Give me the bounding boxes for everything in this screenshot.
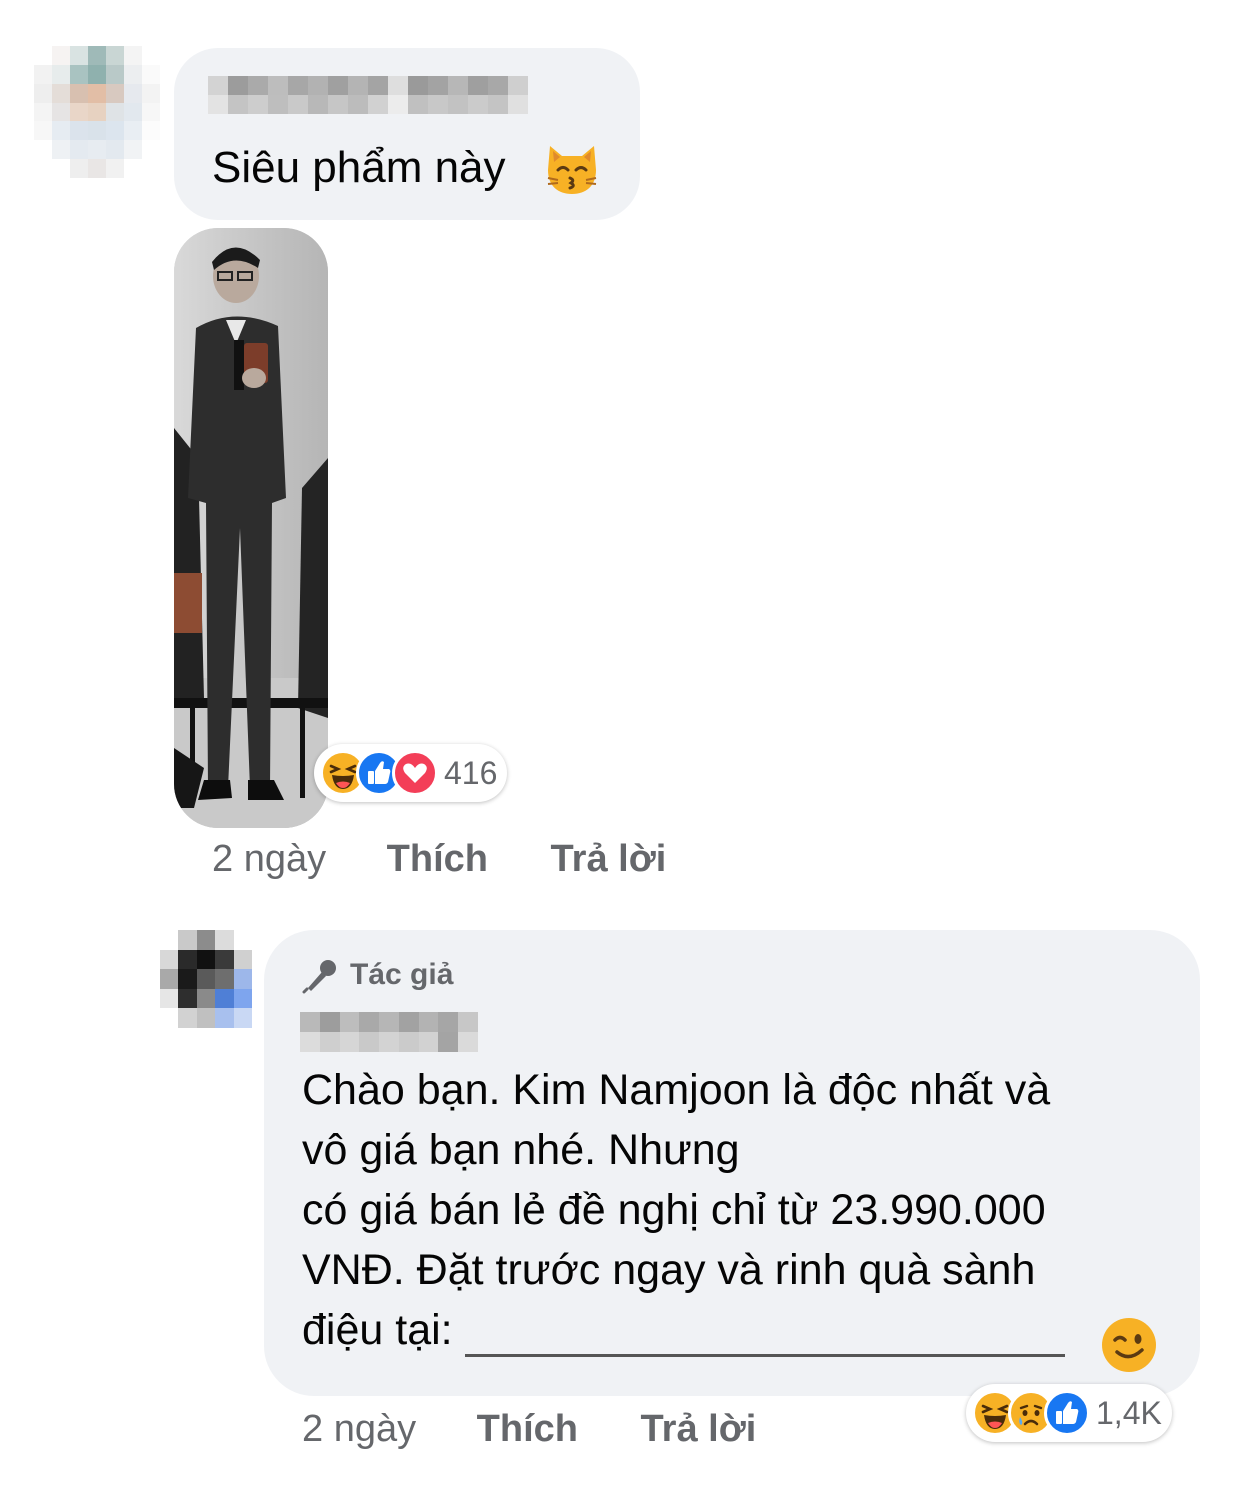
reaction-count: 416 <box>444 754 498 791</box>
reply-button[interactable]: Trả lời <box>641 1408 757 1450</box>
comment-text: Siêu phẩm này <box>212 143 506 192</box>
author-name[interactable] <box>208 76 528 114</box>
comment-time[interactable]: 2 ngày <box>212 838 326 880</box>
comment-time[interactable]: 2 ngày <box>302 1408 416 1450</box>
love-reaction-icon <box>392 750 438 796</box>
comment-actions: 2 ngày Thích Trả lời <box>302 1408 756 1451</box>
photo-image <box>174 228 328 828</box>
reaction-summary[interactable]: 416 <box>314 744 508 802</box>
comment-line-text: điệu tại: <box>302 1306 453 1354</box>
redacted-link[interactable] <box>464 1308 1065 1358</box>
comment-actions: 2 ngày Thích Trả lời <box>212 838 666 881</box>
author-badge-label: Tác giả <box>350 958 454 991</box>
comment-line: vô giá bạn nhé. Nhưng <box>302 1120 1162 1180</box>
comment-line: điệu tại: <box>302 1300 1162 1360</box>
comment-line: VNĐ. Đặt trước ngay và rinh quà sành <box>302 1246 1036 1294</box>
kissing-cat-face-icon <box>547 146 597 194</box>
like-button[interactable]: Thích <box>387 838 488 880</box>
author-badge: Tác giả <box>302 956 453 994</box>
reaction-summary[interactable]: 1,4K <box>966 1384 1172 1442</box>
winking-face-icon <box>1102 1318 1156 1372</box>
like-button[interactable]: Thích <box>477 1408 578 1450</box>
comment-line-text: vô giá bạn nhé. Nhưng <box>302 1126 740 1174</box>
comment-text: Chào bạn. Kim Namjoon là độc nhất và vô … <box>302 1060 1162 1360</box>
reply-button[interactable]: Trả lời <box>551 838 667 880</box>
avatar[interactable] <box>34 46 160 178</box>
comment-photo[interactable] <box>174 228 328 828</box>
redacted-product-name <box>752 1132 1090 1174</box>
like-reaction-icon <box>1044 1390 1090 1436</box>
microphone-icon <box>302 960 336 994</box>
comment-line: có giá bán lẻ đề nghị chỉ từ 23.990.000 <box>302 1186 1046 1234</box>
avatar[interactable] <box>160 930 252 1028</box>
author-name[interactable] <box>300 1012 478 1052</box>
comment-line: Chào bạn. Kim Namjoon là độc nhất và <box>302 1066 1051 1114</box>
reaction-count: 1,4K <box>1096 1394 1162 1431</box>
